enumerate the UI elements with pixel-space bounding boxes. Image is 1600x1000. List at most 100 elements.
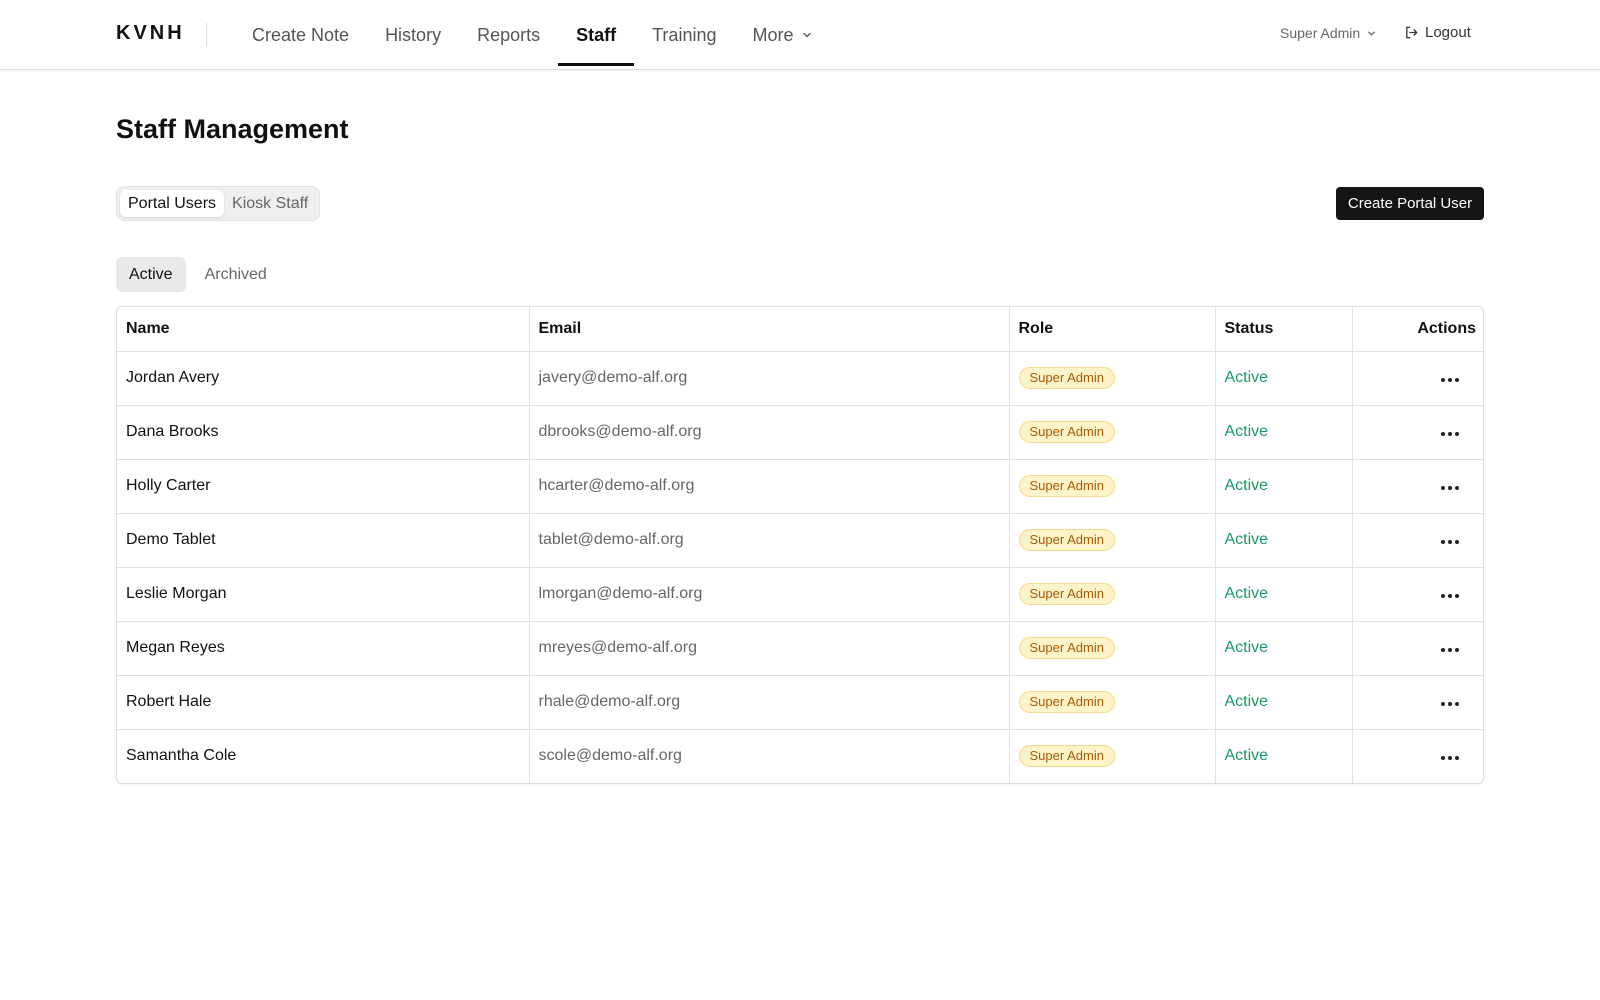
cell-role: Super Admin (1009, 351, 1216, 406)
cell-status: Active (1215, 621, 1353, 676)
column-header-email: Email (529, 307, 1010, 352)
cell-name: Dana Brooks (117, 405, 530, 460)
cell-email: rhale@demo-alf.org (529, 675, 1010, 730)
cell-status: Active (1215, 675, 1353, 730)
role-badge: Super Admin (1018, 691, 1115, 713)
more-horizontal-icon[interactable] (1437, 590, 1463, 602)
cell-role: Super Admin (1009, 405, 1216, 460)
cell-name: Demo Tablet (117, 513, 530, 568)
cell-status: Active (1215, 405, 1353, 460)
cell-status: Active (1215, 459, 1353, 514)
nav-training[interactable]: Training (634, 0, 734, 70)
table-row: Holly Carter hcarter@demo-alf.org Super … (117, 459, 1483, 514)
column-header-status: Status (1215, 307, 1353, 352)
cell-role: Super Admin (1009, 621, 1216, 676)
table-row: Dana Brooks dbrooks@demo-alf.org Super A… (117, 405, 1483, 460)
status-filter: Active Archived (116, 257, 286, 292)
staff-table: Name Email Role Status Actions Jordan Av… (116, 306, 1484, 784)
cell-actions (1352, 621, 1483, 676)
cell-name: Holly Carter (117, 459, 530, 514)
user-menu[interactable]: Super Admin (1280, 25, 1376, 41)
main-nav: Create Note History Reports Staff Traini… (234, 0, 830, 70)
user-type-segmented-control: Portal Users Kiosk Staff (116, 186, 321, 221)
role-badge: Super Admin (1018, 421, 1115, 443)
cell-name: Jordan Avery (117, 351, 530, 406)
role-badge: Super Admin (1018, 475, 1115, 497)
cell-email: hcarter@demo-alf.org (529, 459, 1010, 514)
table-row: Jordan Avery javery@demo-alf.org Super A… (117, 351, 1483, 406)
cell-name: Megan Reyes (117, 621, 530, 676)
nav-reports-label: Reports (477, 24, 541, 45)
cell-email: dbrooks@demo-alf.org (529, 405, 1010, 460)
cell-role: Super Admin (1009, 459, 1216, 514)
more-horizontal-icon[interactable] (1437, 644, 1463, 656)
more-horizontal-icon[interactable] (1437, 374, 1463, 386)
cell-name: Leslie Morgan (117, 567, 530, 622)
nav-staff[interactable]: Staff (558, 0, 635, 70)
nav-more[interactable]: More (734, 0, 829, 70)
cell-email: tablet@demo-alf.org (529, 513, 1010, 568)
table-row: Leslie Morgan lmorgan@demo-alf.org Super… (117, 567, 1483, 622)
more-horizontal-icon[interactable] (1437, 428, 1463, 440)
cell-email: mreyes@demo-alf.org (529, 621, 1010, 676)
logout-icon (1406, 26, 1418, 39)
cell-email: scole@demo-alf.org (529, 729, 1010, 783)
table-row: Megan Reyes mreyes@demo-alf.org Super Ad… (117, 621, 1483, 676)
cell-actions (1352, 675, 1483, 730)
cell-role: Super Admin (1009, 675, 1216, 730)
cell-role: Super Admin (1009, 729, 1216, 783)
cell-actions (1352, 405, 1483, 460)
column-header-role: Role (1009, 307, 1216, 352)
cell-name: Samantha Cole (117, 729, 530, 783)
cell-role: Super Admin (1009, 513, 1216, 568)
segment-portal-users[interactable]: Portal Users (120, 190, 225, 217)
filter-active[interactable]: Active (116, 257, 186, 292)
cell-actions (1352, 459, 1483, 514)
brand-logo[interactable]: KVNH (116, 22, 185, 45)
create-portal-user-button[interactable]: Create Portal User (1336, 187, 1484, 220)
role-badge: Super Admin (1018, 529, 1115, 551)
logout-button[interactable]: Logout (1404, 24, 1471, 41)
page-title: Staff Management (116, 114, 349, 144)
role-badge: Super Admin (1018, 367, 1115, 389)
cell-actions (1352, 729, 1483, 783)
role-badge: Super Admin (1018, 637, 1115, 659)
nav-staff-label: Staff (576, 24, 617, 45)
nav-history-label: History (385, 24, 442, 45)
nav-reports[interactable]: Reports (459, 0, 558, 70)
cell-role: Super Admin (1009, 567, 1216, 622)
chevron-down-icon (1368, 31, 1376, 35)
cell-status: Active (1215, 567, 1353, 622)
cell-actions (1352, 567, 1483, 622)
more-horizontal-icon[interactable] (1437, 752, 1463, 764)
chevron-down-icon (802, 32, 811, 38)
column-header-actions: Actions (1352, 307, 1483, 352)
nav-training-label: Training (652, 24, 717, 45)
table-row: Samantha Cole scole@demo-alf.org Super A… (117, 729, 1483, 783)
more-horizontal-icon[interactable] (1437, 482, 1463, 494)
table-row: Robert Hale rhale@demo-alf.org Super Adm… (117, 675, 1483, 730)
filter-archived[interactable]: Archived (192, 257, 280, 292)
user-menu-label: Super Admin (1280, 25, 1361, 41)
table-body: Jordan Avery javery@demo-alf.org Super A… (117, 351, 1483, 783)
cell-status: Active (1215, 729, 1353, 783)
column-header-name: Name (117, 307, 530, 352)
table-row: Demo Tablet tablet@demo-alf.org Super Ad… (117, 513, 1483, 568)
nav-history[interactable]: History (367, 0, 459, 70)
cell-email: lmorgan@demo-alf.org (529, 567, 1010, 622)
more-horizontal-icon[interactable] (1437, 536, 1463, 548)
cell-name: Robert Hale (117, 675, 530, 730)
table-header-row: Name Email Role Status Actions (117, 307, 1483, 352)
cell-status: Active (1215, 351, 1353, 406)
cell-status: Active (1215, 513, 1353, 568)
cell-email: javery@demo-alf.org (529, 351, 1010, 406)
more-horizontal-icon[interactable] (1437, 698, 1463, 710)
nav-create-note-label: Create Note (252, 24, 350, 45)
cell-actions (1352, 351, 1483, 406)
top-navigation-bar: KVNH Create Note History Reports Staff T… (0, 0, 1600, 70)
segment-kiosk-staff[interactable]: Kiosk Staff (224, 190, 316, 217)
cell-actions (1352, 513, 1483, 568)
nav-more-label: More (752, 24, 794, 45)
logout-label: Logout (1425, 24, 1471, 41)
nav-create-note[interactable]: Create Note (234, 0, 367, 70)
